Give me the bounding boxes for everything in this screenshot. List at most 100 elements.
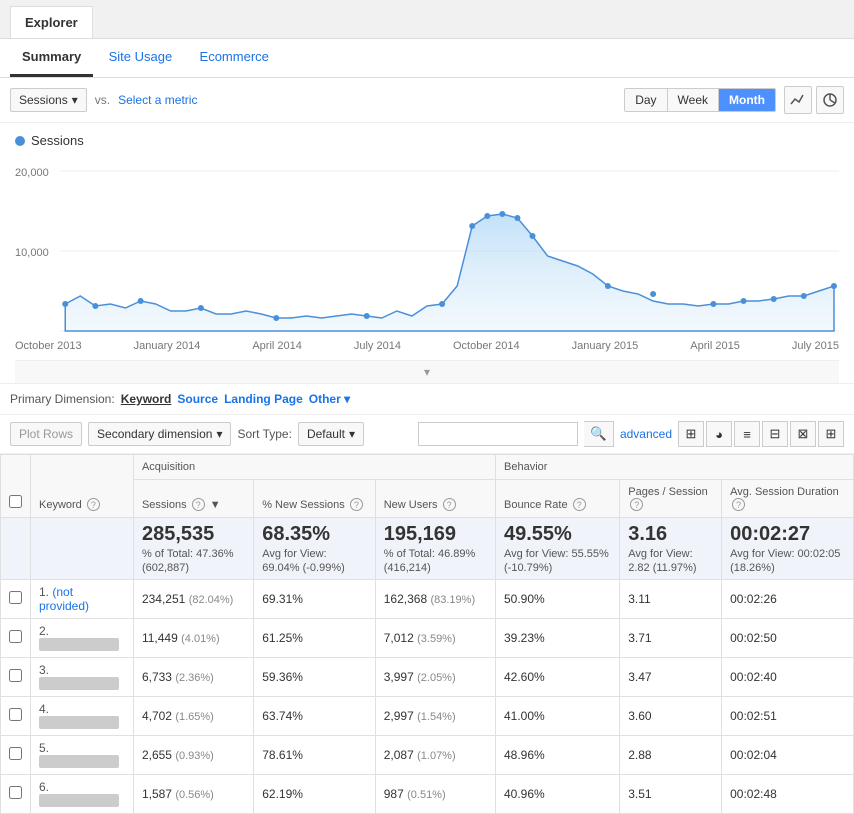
- chart-svg: 20,000 10,000: [15, 156, 839, 336]
- pie-chart-icon[interactable]: [816, 86, 844, 114]
- row4-keyword-blurred: [39, 716, 119, 729]
- avg-session-help-icon[interactable]: ?: [732, 498, 745, 511]
- table-row: 1. (not provided) 234,251 (82.04%) 69.31…: [1, 580, 854, 619]
- row4-keyword: 4.: [31, 697, 134, 736]
- new-users-help-icon[interactable]: ?: [443, 498, 456, 511]
- row3-new-users: 3,997 (2.05%): [375, 658, 495, 697]
- compare-view-icon[interactable]: ⊠: [790, 421, 816, 447]
- pie-view-icon[interactable]: ◕: [706, 421, 732, 447]
- row4-avg-session: 00:02:51: [722, 697, 854, 736]
- acquisition-group-header: Acquisition: [133, 455, 495, 480]
- advanced-link[interactable]: advanced: [620, 427, 672, 441]
- dim-source[interactable]: Source: [177, 392, 218, 406]
- row3-bounce: 42.60%: [496, 658, 620, 697]
- avg-session-col-header: Avg. Session Duration ?: [722, 480, 854, 518]
- summary-avg-session-cell: 00:02:27 Avg for View: 00:02:05 (18.26%): [722, 518, 854, 580]
- row5-keyword: 5.: [31, 736, 134, 775]
- pages-col-header: Pages / Session ?: [620, 480, 722, 518]
- row2-pct-new: 61.25%: [254, 619, 376, 658]
- row6-keyword: 6.: [31, 775, 134, 814]
- row6-avg-session: 00:02:48: [722, 775, 854, 814]
- custom-view-icon[interactable]: ⊞: [818, 421, 844, 447]
- row6-keyword-blurred: [39, 794, 119, 807]
- sort-dropdown[interactable]: Default ▾: [298, 422, 364, 446]
- row2-keyword: 2.: [31, 619, 134, 658]
- row4-sessions: 4,702 (1.65%): [133, 697, 253, 736]
- row6-bounce: 40.96%: [496, 775, 620, 814]
- row1-new-users: 162,368 (83.19%): [375, 580, 495, 619]
- keyword-help-icon[interactable]: ?: [87, 498, 100, 511]
- table-row: 5. 2,655 (0.93%) 78.61% 2,087 (1.07%) 48…: [1, 736, 854, 775]
- row3-pages: 3.47: [620, 658, 722, 697]
- dim-landing-page[interactable]: Landing Page: [224, 392, 303, 406]
- view-icons: ⊞ ◕ ≡ ⊟ ⊠ ⊞: [678, 421, 844, 447]
- pivot-view-icon[interactable]: ⊟: [762, 421, 788, 447]
- day-btn[interactable]: Day: [625, 89, 667, 111]
- behavior-group-header: Behavior: [496, 455, 854, 480]
- row2-sessions: 11,449 (4.01%): [133, 619, 253, 658]
- row4-new-users: 2,997 (1.54%): [375, 697, 495, 736]
- metric-dropdown[interactable]: Sessions ▾: [10, 88, 87, 112]
- sessions-help-icon[interactable]: ?: [192, 498, 205, 511]
- row1-sessions: 234,251 (82.04%): [133, 580, 253, 619]
- row1-pages: 3.11: [620, 580, 722, 619]
- tab-summary[interactable]: Summary: [10, 39, 93, 77]
- select-metric-link[interactable]: Select a metric: [118, 93, 197, 107]
- row4-bounce: 41.00%: [496, 697, 620, 736]
- sessions-col-header: Sessions ? ▼: [133, 480, 253, 518]
- data-table: Keyword ? Acquisition Behavior Sessions …: [0, 454, 854, 814]
- row3-avg-session: 00:02:40: [722, 658, 854, 697]
- plot-rows-button[interactable]: Plot Rows: [10, 422, 82, 446]
- row1-pct-new: 69.31%: [254, 580, 376, 619]
- tab-bar: Explorer: [0, 0, 854, 39]
- row6-sessions: 1,587 (0.56%): [133, 775, 253, 814]
- table-toolbar: Plot Rows Secondary dimension ▾ Sort Typ…: [0, 415, 854, 454]
- dim-other[interactable]: Other ▾: [309, 392, 350, 406]
- week-btn[interactable]: Week: [668, 89, 719, 111]
- chart-wrapper: 20,000 10,000: [15, 156, 839, 336]
- summary-sessions-cell: 285,535 % of Total: 47.36% (602,887): [133, 518, 253, 580]
- bar-view-icon[interactable]: ≡: [734, 421, 760, 447]
- tab-site-usage[interactable]: Site Usage: [97, 39, 185, 74]
- row5-sessions: 2,655 (0.93%): [133, 736, 253, 775]
- row4-pages: 3.60: [620, 697, 722, 736]
- bounce-help-icon[interactable]: ?: [573, 498, 586, 511]
- select-all-checkbox-header[interactable]: [1, 455, 31, 518]
- summary-row: 285,535 % of Total: 47.36% (602,887) 68.…: [1, 518, 854, 580]
- chart-type-icons: [784, 86, 844, 114]
- row6-new-users: 987 (0.51%): [375, 775, 495, 814]
- svg-text:20,000: 20,000: [15, 167, 49, 179]
- table-row: 3. 6,733 (2.36%) 59.36% 3,997 (2.05%) 42…: [1, 658, 854, 697]
- pct-new-help-icon[interactable]: ?: [350, 498, 363, 511]
- table-row: 6. 1,587 (0.56%) 62.19% 987 (0.51%) 40.9…: [1, 775, 854, 814]
- legend-label: Sessions: [31, 133, 84, 148]
- table-row: 4. 4,702 (1.65%) 63.74% 2,997 (1.54%) 41…: [1, 697, 854, 736]
- row4-pct-new: 63.74%: [254, 697, 376, 736]
- explorer-tab[interactable]: Explorer: [10, 6, 93, 38]
- dim-keyword[interactable]: Keyword: [121, 392, 172, 406]
- summary-pct-new-cell: 68.35% Avg for View: 69.04% (-0.99%): [254, 518, 376, 580]
- search-button[interactable]: 🔍: [584, 421, 614, 447]
- grid-view-icon[interactable]: ⊞: [678, 421, 704, 447]
- chart-expand[interactable]: ▾: [15, 360, 839, 383]
- month-btn[interactable]: Month: [719, 89, 775, 111]
- pct-new-col-header: % New Sessions ?: [254, 480, 376, 518]
- line-chart-icon[interactable]: [784, 86, 812, 114]
- sort-label: Sort Type:: [237, 427, 291, 441]
- row5-avg-session: 00:02:04: [722, 736, 854, 775]
- row1-keyword: 1. (not provided): [31, 580, 134, 619]
- row6-pages: 3.51: [620, 775, 722, 814]
- tab-ecommerce[interactable]: Ecommerce: [188, 39, 281, 74]
- row5-pct-new: 78.61%: [254, 736, 376, 775]
- primary-dim-label: Primary Dimension:: [10, 392, 115, 406]
- summary-bounce-cell: 49.55% Avg for View: 55.55% (-10.79%): [496, 518, 620, 580]
- row3-pct-new: 59.36%: [254, 658, 376, 697]
- row2-pages: 3.71: [620, 619, 722, 658]
- row6-pct-new: 62.19%: [254, 775, 376, 814]
- row5-new-users: 2,087 (1.07%): [375, 736, 495, 775]
- row5-bounce: 48.96%: [496, 736, 620, 775]
- table-search-input[interactable]: [418, 422, 578, 446]
- pages-help-icon[interactable]: ?: [630, 498, 643, 511]
- row2-new-users: 7,012 (3.59%): [375, 619, 495, 658]
- secondary-dimension-dropdown[interactable]: Secondary dimension ▾: [88, 422, 231, 446]
